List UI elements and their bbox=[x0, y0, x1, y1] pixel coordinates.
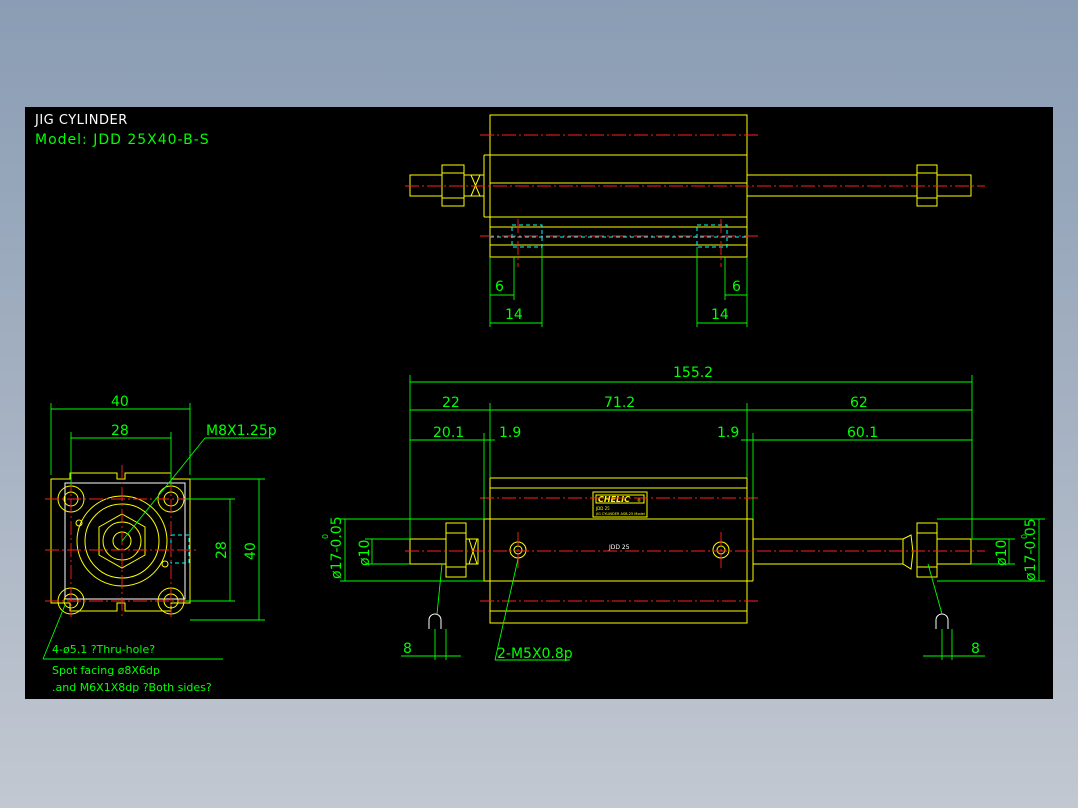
top-left-nut bbox=[441, 164, 465, 207]
top-right-outer-dim: 14 bbox=[711, 307, 729, 323]
end-view: 40 28 40 28 M8X1.25p 4-ø5.1 ?Thru-hole? … bbox=[42, 394, 277, 694]
top-right-rod bbox=[746, 174, 918, 197]
left-extension-dim: 22 bbox=[442, 395, 460, 411]
end-pitch-dim: 28 bbox=[111, 423, 129, 439]
top-left-inner-dim: 6 bbox=[495, 279, 504, 295]
nameplate-brand: CHELIC bbox=[598, 495, 630, 504]
top-left-rod bbox=[409, 174, 443, 197]
end-holes-note: 4-ø5.1 ?Thru-hole? bbox=[52, 643, 155, 656]
drawing-canvas: JIG CYLINDER Model: JDD 25X40-B-S 6 14 6… bbox=[25, 107, 1053, 699]
left-gap-dim: 1.9 bbox=[499, 425, 521, 441]
right-extension-dim: 62 bbox=[850, 395, 868, 411]
body-length-dim: 71.2 bbox=[604, 395, 635, 411]
end-thread-callout: M8X1.25p bbox=[206, 423, 277, 439]
left-bore-dim: ø17-0.05 bbox=[329, 516, 345, 579]
ports-callout: 2-M5X0.8p bbox=[497, 646, 573, 662]
right-rod-dia-dim: ø10 bbox=[994, 540, 1010, 566]
overall-length-dim: 155.2 bbox=[673, 365, 713, 381]
end-height-dim: 40 bbox=[243, 542, 259, 560]
front-view: CHELIC ® JDD 25 JIG CYLINDER ASB-25 Mode… bbox=[321, 365, 1045, 662]
left-bore-tol-top: 0 bbox=[321, 534, 330, 539]
left-rod-dia-dim: ø10 bbox=[357, 540, 373, 566]
end-width-dim: 40 bbox=[111, 394, 129, 410]
right-bore-dim: ø17-0.05 bbox=[1023, 518, 1039, 581]
top-view: 6 14 6 14 bbox=[405, 114, 985, 327]
left-rod-dim: 20.1 bbox=[433, 425, 464, 441]
end-tap-note: .and M6X1X8dp ?Both sides? bbox=[52, 681, 212, 694]
right-gap-dim: 1.9 bbox=[717, 425, 739, 441]
top-right-inner-dim: 6 bbox=[732, 279, 741, 295]
nameplate-sub: ® bbox=[637, 498, 641, 503]
bore-label: JDD 25 bbox=[608, 544, 630, 551]
end-pitch-v-dim: 28 bbox=[214, 541, 230, 559]
top-left-outer-dim: 14 bbox=[505, 307, 523, 323]
cad-drawing: 6 14 6 14 40 28 40 28 M8X1.25p 4-ø5.1 ?T… bbox=[42, 114, 1045, 694]
right-bore-tol-top: 0 bbox=[1020, 534, 1029, 539]
end-spot-note: Spot facing ø8X6dp bbox=[52, 664, 160, 677]
right-rod-dim: 60.1 bbox=[847, 425, 878, 441]
nameplate-line2: JIG CYLINDER ASB-25 Model bbox=[595, 512, 645, 516]
top-right-nut bbox=[916, 164, 938, 207]
right-flat-dim: 8 bbox=[971, 641, 980, 657]
nameplate-line1: JDD 25 bbox=[595, 506, 610, 511]
end-outline bbox=[50, 472, 191, 612]
left-flat-dim: 8 bbox=[403, 641, 412, 657]
